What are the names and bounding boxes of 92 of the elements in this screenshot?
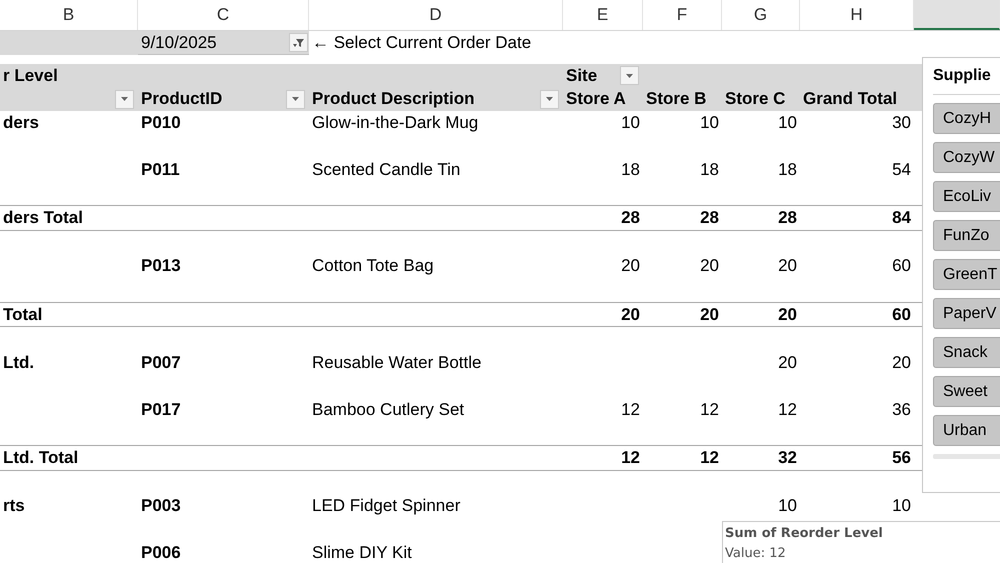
table-cell: 28 — [700, 208, 719, 228]
slicer-item[interactable]: FunZo — [933, 220, 1000, 251]
slicer-item[interactable]: Snack — [933, 337, 1000, 368]
table-cell: 56 — [892, 448, 911, 468]
column-header[interactable]: D — [309, 0, 563, 30]
column-heading: Store A — [566, 89, 626, 110]
slicer-item[interactable]: EcoLiv — [933, 181, 1000, 212]
table-cell: 84 — [892, 208, 911, 228]
caret-icon — [626, 74, 633, 78]
slicer-item[interactable]: GreenT — [933, 259, 1000, 290]
column-header[interactable]: B — [0, 0, 138, 30]
table-cell: 60 — [892, 304, 911, 324]
table-cell: 32 — [778, 448, 797, 468]
dropdown-button[interactable] — [286, 90, 305, 109]
table-cell: 18 — [778, 160, 797, 180]
table-cell: 12 — [621, 400, 640, 420]
table-cell: 20 — [700, 304, 719, 324]
column-header[interactable] — [914, 0, 1000, 30]
table-cell: 28 — [621, 208, 640, 228]
table-cell: 10 — [700, 112, 719, 133]
table-cell: P017 — [141, 400, 181, 420]
table-cell: Cotton Tote Bag — [312, 256, 434, 276]
tooltip-title: Sum of Reorder Level — [725, 526, 884, 541]
table-cell: 10 — [778, 112, 797, 133]
table-cell: 12 — [621, 448, 640, 468]
caret-icon — [292, 97, 299, 102]
table-cell: 10 — [778, 496, 797, 516]
table-cell: Total — [3, 304, 42, 324]
tooltip-value: Value: 12 — [725, 546, 787, 561]
table-cell: ders — [3, 112, 39, 133]
table-cell: rts — [3, 496, 25, 516]
slicer-item[interactable]: Urban — [933, 415, 1000, 446]
table-cell: 20 — [778, 304, 797, 324]
row-field-label: r Level — [3, 66, 58, 86]
table-cell: 18 — [700, 160, 719, 180]
table-cell: ders Total — [3, 208, 83, 228]
table-cell: P010 — [141, 112, 181, 133]
table-cell: 20 — [621, 304, 640, 324]
column-heading: Product Description — [312, 89, 474, 110]
table-cell: 20 — [778, 256, 797, 276]
table-cell: 54 — [892, 160, 911, 180]
column-heading: ProductID — [141, 89, 222, 110]
table-cell: 20 — [892, 352, 911, 373]
table-cell: 10 — [892, 496, 911, 516]
column-header[interactable]: C — [138, 0, 309, 30]
table-cell: P003 — [141, 496, 181, 516]
table-cell: 20 — [700, 256, 719, 276]
slicer-item[interactable]: Sweet — [933, 376, 1000, 407]
table-cell: 60 — [892, 256, 911, 276]
slicer-item[interactable]: CozyW — [933, 142, 1000, 173]
table-cell: Ltd. Total — [3, 448, 78, 468]
dropdown-button[interactable] — [115, 90, 134, 109]
table-cell: Reusable Water Bottle — [312, 352, 482, 373]
table-cell: 12 — [700, 400, 719, 420]
table-cell: 12 — [700, 448, 719, 468]
filter-icon — [292, 38, 304, 48]
column-header[interactable]: G — [722, 0, 800, 30]
table-cell: P007 — [141, 352, 181, 373]
slicer-title: Supplie — [933, 67, 991, 85]
table-cell: Slime DIY Kit — [312, 543, 412, 563]
column-heading: Grand Total — [803, 89, 898, 110]
table-cell: P013 — [141, 256, 181, 276]
column-heading: Store B — [646, 89, 706, 110]
table-cell: 30 — [892, 112, 911, 133]
table-cell: P011 — [141, 160, 180, 180]
dropdown-button[interactable] — [620, 66, 639, 86]
instruction-text: ← Select Current Order Date — [311, 32, 532, 54]
caret-icon — [121, 97, 128, 102]
table-cell: Bamboo Cutlery Set — [312, 400, 464, 420]
slicer-item[interactable]: PaperV — [933, 298, 1000, 329]
table-cell: Scented Candle Tin — [312, 160, 460, 180]
table-cell: LED Fidget Spinner — [312, 496, 460, 516]
table-cell: 36 — [892, 400, 911, 420]
filter-field[interactable]: 9/10/2025 — [138, 31, 309, 55]
slicer-item[interactable]: CozyH — [933, 103, 1000, 134]
filter-button[interactable] — [289, 33, 308, 52]
column-heading: Store C — [725, 89, 786, 110]
table-cell: 18 — [621, 160, 640, 180]
table-cell: 20 — [621, 256, 640, 276]
dropdown-button[interactable] — [540, 90, 559, 109]
caret-icon — [546, 97, 553, 102]
column-header[interactable]: F — [643, 0, 722, 30]
column-field-label: Site — [566, 66, 598, 86]
table-cell: Ltd. — [3, 352, 34, 373]
table-cell: Glow-in-the-Dark Mug — [312, 112, 478, 133]
table-cell: 10 — [621, 112, 640, 133]
table-cell: 20 — [778, 352, 797, 373]
table-cell: 12 — [778, 400, 797, 420]
column-header[interactable]: E — [563, 0, 643, 30]
table-cell: 28 — [778, 208, 797, 228]
table-cell: P006 — [141, 543, 181, 563]
date-value: 9/10/2025 — [141, 32, 217, 52]
